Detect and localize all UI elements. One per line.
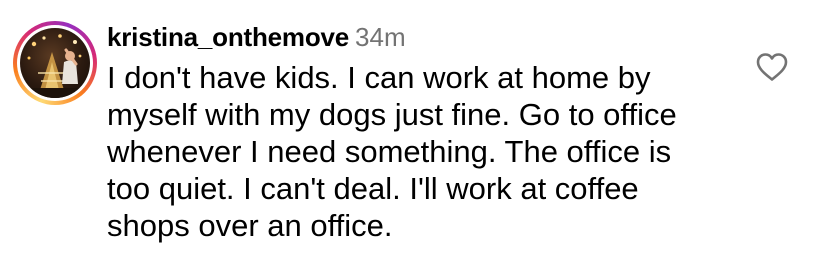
heart-outline-icon bbox=[756, 53, 788, 81]
comment-text-line: myself with my dogs just fine. Go to off… bbox=[107, 97, 677, 132]
comment-text-line: shops over an office. bbox=[107, 208, 393, 243]
comment-text-line: I don't have kids. I can work at home by bbox=[107, 60, 651, 95]
avatar-border bbox=[17, 25, 93, 101]
comment-item: kristina_onthemove 34m I don't have kids.… bbox=[0, 0, 828, 259]
comment-text-line: whenever I need something. The office is bbox=[107, 134, 672, 169]
avatar-photo bbox=[20, 28, 90, 98]
avatar-image bbox=[20, 34, 90, 98]
comment-header: kristina_onthemove 34m bbox=[107, 22, 406, 58]
comment-text: I don't have kids. I can work at home by… bbox=[107, 59, 747, 244]
comment-timestamp: 34m bbox=[355, 22, 406, 52]
comment-text-line: too quiet. I can't deal. I'll work at co… bbox=[107, 171, 639, 206]
username-link[interactable]: kristina_onthemove bbox=[107, 22, 349, 52]
like-button[interactable] bbox=[755, 52, 789, 82]
avatar[interactable] bbox=[13, 21, 97, 105]
